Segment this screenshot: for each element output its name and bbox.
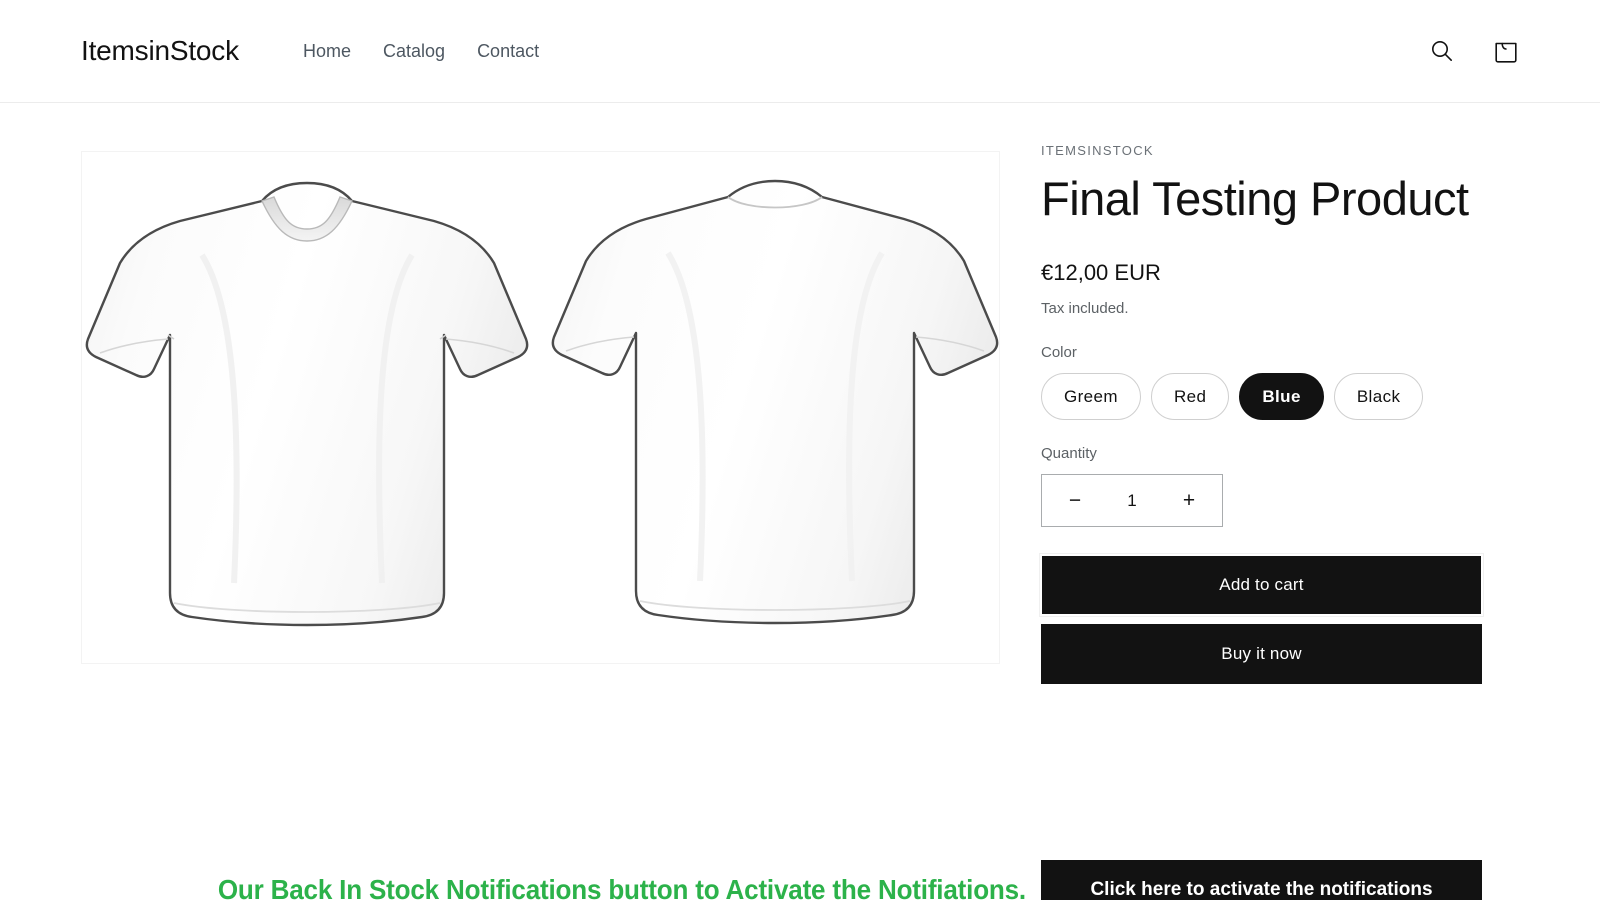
product-media-list (82, 152, 999, 663)
color-swatch-blue[interactable]: Blue (1239, 373, 1324, 421)
tax-note: Tax included. (1041, 300, 1129, 318)
nav-link-contact[interactable]: Contact (477, 38, 539, 64)
quantity-label: Quantity (1041, 445, 1097, 463)
product-info: ITEMSINSTOCK Final Testing Product €12,0… (1039, 143, 1484, 685)
main-navigation: Home Catalog Contact (303, 38, 539, 64)
product-price: €12,00 EUR (1041, 260, 1161, 286)
cart-button[interactable] (1484, 30, 1528, 74)
nav-link-home[interactable]: Home (303, 38, 351, 64)
product-gallery[interactable] (81, 151, 1000, 664)
search-button[interactable] (1420, 30, 1464, 74)
color-swatch-red[interactable]: Red (1150, 373, 1230, 421)
product-image-back[interactable] (550, 163, 1000, 653)
header-icon-group (1420, 30, 1528, 74)
color-swatch-group: Greem Red Blue Black (1041, 373, 1482, 421)
add-to-cart-button[interactable]: Add to cart (1039, 553, 1484, 618)
site-header: ItemsinStock Home Catalog Contact (0, 0, 1600, 103)
page-title: Final Testing Product (1041, 172, 1469, 225)
search-icon (1429, 38, 1455, 67)
site-logo[interactable]: ItemsinStock (81, 34, 239, 68)
product-vendor: ITEMSINSTOCK (1041, 143, 1154, 158)
product-image-front[interactable] (82, 163, 532, 653)
nav-link-catalog[interactable]: Catalog (383, 38, 445, 64)
quantity-decrease-button[interactable]: − (1058, 484, 1092, 518)
cart-icon (1493, 37, 1519, 68)
back-in-stock-promo-text: Our Back In Stock Notifications button t… (217, 873, 1026, 900)
quantity-stepper[interactable]: − 1 + (1041, 474, 1223, 528)
color-option-label: Color (1041, 344, 1077, 362)
quantity-increase-button[interactable]: + (1172, 484, 1206, 518)
button-spacer (1041, 615, 1482, 624)
product-page: ITEMSINSTOCK Final Testing Product €12,0… (0, 103, 1600, 900)
color-swatch-black[interactable]: Black (1333, 373, 1424, 421)
activate-notifications-button[interactable]: Click here to activate the notifications (1041, 860, 1482, 900)
buy-it-now-button[interactable]: Buy it now (1041, 624, 1482, 685)
quantity-input[interactable]: 1 (1119, 491, 1145, 511)
back-in-stock-promo: Our Back In Stock Notifications button t… (0, 860, 1034, 900)
color-swatch-greem[interactable]: Greem (1041, 373, 1141, 421)
